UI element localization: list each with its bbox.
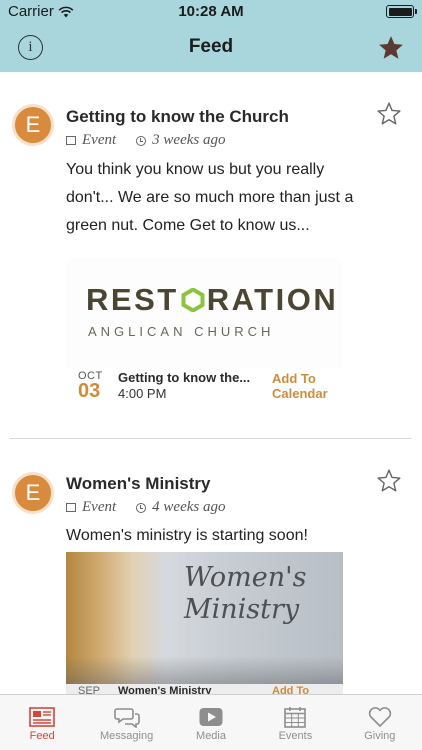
image-caption-line2: Ministry	[184, 594, 300, 625]
tab-giving[interactable]: Giving	[338, 695, 422, 750]
calendar-icon	[284, 707, 307, 728]
post-meta: Event 4 weeks ago	[66, 499, 225, 516]
logo-wordmark: REST RATION	[86, 282, 339, 317]
post-age: 3 weeks ago	[152, 132, 226, 148]
post-divider	[10, 438, 412, 439]
event-title: Women's Ministry	[118, 685, 212, 694]
star-filled-icon[interactable]	[377, 34, 405, 62]
avatar: E	[12, 472, 54, 514]
star-outline-icon[interactable]	[376, 468, 402, 494]
navigation-bar: Carrier 10:28 AM i Feed	[0, 0, 422, 72]
play-icon	[199, 708, 223, 726]
event-summary[interactable]: SEP Women's Ministry Add To	[66, 684, 343, 694]
clock-icon	[136, 135, 147, 146]
tab-label: Feed	[29, 730, 55, 742]
avatar: E	[12, 104, 54, 146]
event-month: SEP	[78, 685, 101, 694]
chat-bubbles-icon	[113, 708, 140, 728]
tab-messaging[interactable]: Messaging	[84, 695, 168, 750]
post-title[interactable]: Women's Ministry	[66, 474, 210, 494]
image-caption-line1: Women's	[184, 562, 307, 593]
post-meta: Event 3 weeks ago	[66, 132, 225, 149]
feed-list[interactable]: E Getting to know the Church Event 3 wee…	[0, 72, 422, 694]
logo-subtitle: ANGLICAN CHURCH	[88, 324, 275, 339]
star-outline-icon[interactable]	[376, 101, 402, 127]
event-day: 03	[78, 380, 101, 402]
status-time: 10:28 AM	[178, 3, 244, 20]
post-age: 4 weeks ago	[152, 499, 226, 515]
post-type: Event	[82, 132, 117, 148]
post-title[interactable]: Getting to know the Church	[66, 107, 289, 127]
tab-events[interactable]: Events	[253, 695, 337, 750]
tab-feed[interactable]: Feed	[0, 695, 84, 750]
tab-bar: Feed Messaging Media Events Giving	[0, 694, 422, 750]
battery-icon	[386, 5, 417, 18]
feed-post[interactable]: E Getting to know the Church Event 3 wee…	[0, 72, 422, 432]
tab-label: Messaging	[100, 730, 154, 742]
tag-icon	[66, 503, 76, 512]
tab-label: Giving	[364, 730, 396, 742]
post-body: Women's ministry is starting soon!	[66, 527, 308, 544]
add-to-calendar-button[interactable]: Add To Calendar	[272, 371, 328, 401]
page-title: Feed	[188, 36, 234, 57]
event-title: Getting to know the...	[118, 370, 251, 385]
church-logo-image[interactable]: REST RATION ANGLICAN CHURCH	[66, 258, 342, 368]
post-type: Event	[82, 499, 117, 515]
clock-icon	[136, 502, 147, 513]
feed-post[interactable]: E Women's Ministry Event 4 weeks ago Wom…	[0, 440, 422, 694]
event-summary[interactable]: OCT 03 Getting to know the... 4:00 PM Ad…	[66, 370, 366, 410]
status-bar: Carrier 10:28 AM	[0, 0, 422, 24]
add-to-calendar-button[interactable]: Add To	[272, 685, 309, 694]
logo-hexagon-icon	[181, 288, 205, 312]
heart-icon	[368, 707, 391, 727]
tag-icon	[66, 136, 76, 145]
newspaper-icon	[29, 707, 56, 727]
tab-media[interactable]: Media	[169, 695, 253, 750]
post-body: You think you know us but you really don…	[66, 161, 354, 234]
event-time: 4:00 PM	[118, 386, 167, 401]
womens-ministry-image[interactable]: Women's Ministry	[66, 552, 343, 692]
tab-label: Events	[278, 730, 313, 742]
tab-label: Media	[196, 730, 226, 742]
